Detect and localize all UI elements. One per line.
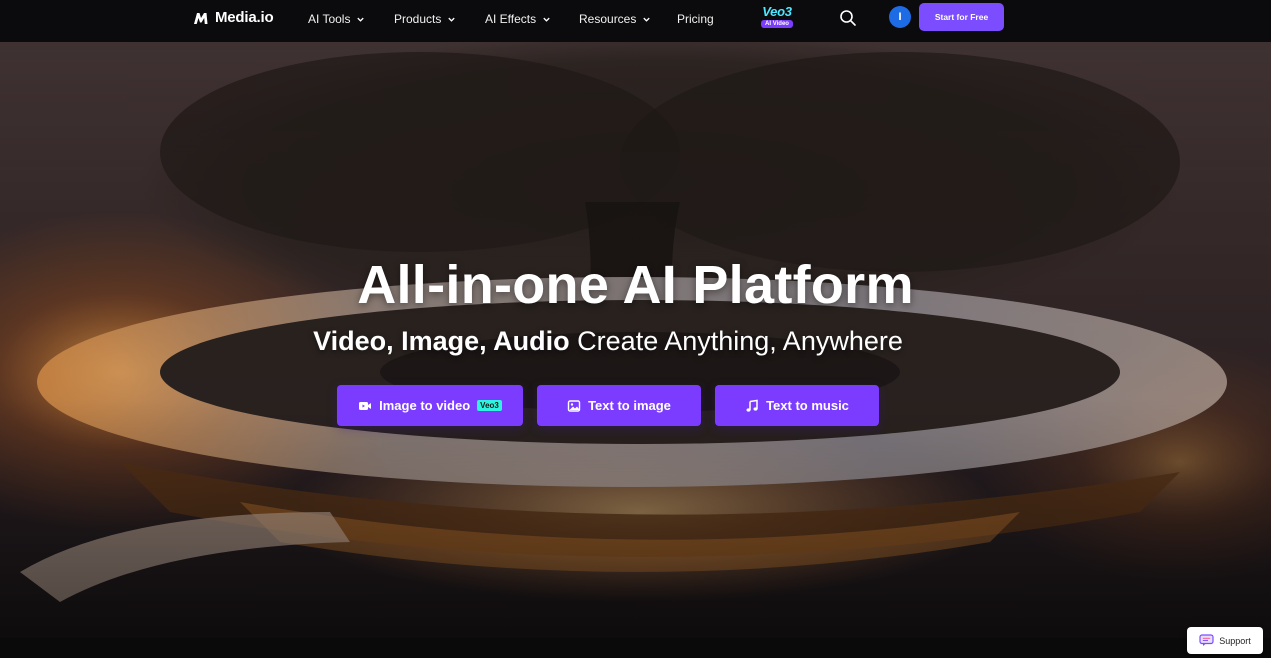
nav-item-label: AI Tools: [308, 12, 351, 26]
hero-subtitle-bold: Video, Image, Audio: [313, 326, 570, 356]
chevron-down-icon: [448, 17, 456, 22]
support-button[interactable]: Support: [1187, 627, 1263, 654]
nav-item-label: AI Effects: [485, 12, 537, 26]
chevron-down-icon: [357, 17, 365, 22]
hero-subtitle-rest: Create Anything, Anywhere: [569, 326, 903, 356]
veo3-promo-link[interactable]: Veo3 AI Video: [752, 5, 802, 31]
nav-item-label: Resources: [579, 12, 637, 26]
media-io-logo[interactable]: Media.io: [193, 9, 274, 26]
logo-mark-icon: [194, 12, 208, 24]
user-avatar[interactable]: I: [889, 6, 911, 28]
search-icon[interactable]: [839, 9, 857, 27]
nav-item-ai-effects[interactable]: AI Effects: [485, 12, 551, 26]
music-note-icon: [746, 399, 758, 412]
top-nav: Media.io AI Tools Products AI Effects Re…: [0, 0, 1271, 42]
chevron-down-icon: [643, 17, 651, 22]
bottom-bar: [0, 638, 1271, 658]
support-label: Support: [1219, 635, 1251, 646]
veo3-tag: Veo3: [477, 400, 502, 411]
image-to-video-label: Image to video: [379, 398, 471, 413]
image-to-video-button[interactable]: Image to video Veo3: [337, 385, 523, 426]
veo3-badge: AI Video: [761, 20, 793, 28]
nav-item-pricing[interactable]: Pricing: [677, 12, 714, 26]
text-to-music-label: Text to music: [766, 398, 849, 413]
nav-item-label: Pricing: [677, 12, 714, 26]
image-icon: [567, 399, 581, 412]
text-to-image-button[interactable]: Text to image: [537, 385, 701, 426]
logo-text: Media.io: [215, 9, 274, 26]
hero-subtitle: Video, Image, Audio Create Anything, Any…: [0, 326, 1216, 357]
nav-item-ai-tools[interactable]: AI Tools: [308, 12, 365, 26]
nav-item-label: Products: [394, 12, 442, 26]
video-camera-icon: [359, 401, 372, 410]
hero-title: All-in-one AI Platform: [357, 255, 914, 315]
chat-bubble-icon: [1199, 634, 1214, 646]
text-to-image-label: Text to image: [588, 398, 671, 413]
start-for-free-button[interactable]: Start for Free: [919, 3, 1004, 31]
nav-item-products[interactable]: Products: [394, 12, 456, 26]
veo3-title: Veo3: [762, 4, 792, 19]
text-to-music-button[interactable]: Text to music: [715, 385, 879, 426]
hero-section: All-in-one AI Platform Video, Image, Aud…: [0, 42, 1271, 638]
chevron-down-icon: [543, 17, 550, 22]
nav-item-resources[interactable]: Resources: [579, 12, 651, 26]
